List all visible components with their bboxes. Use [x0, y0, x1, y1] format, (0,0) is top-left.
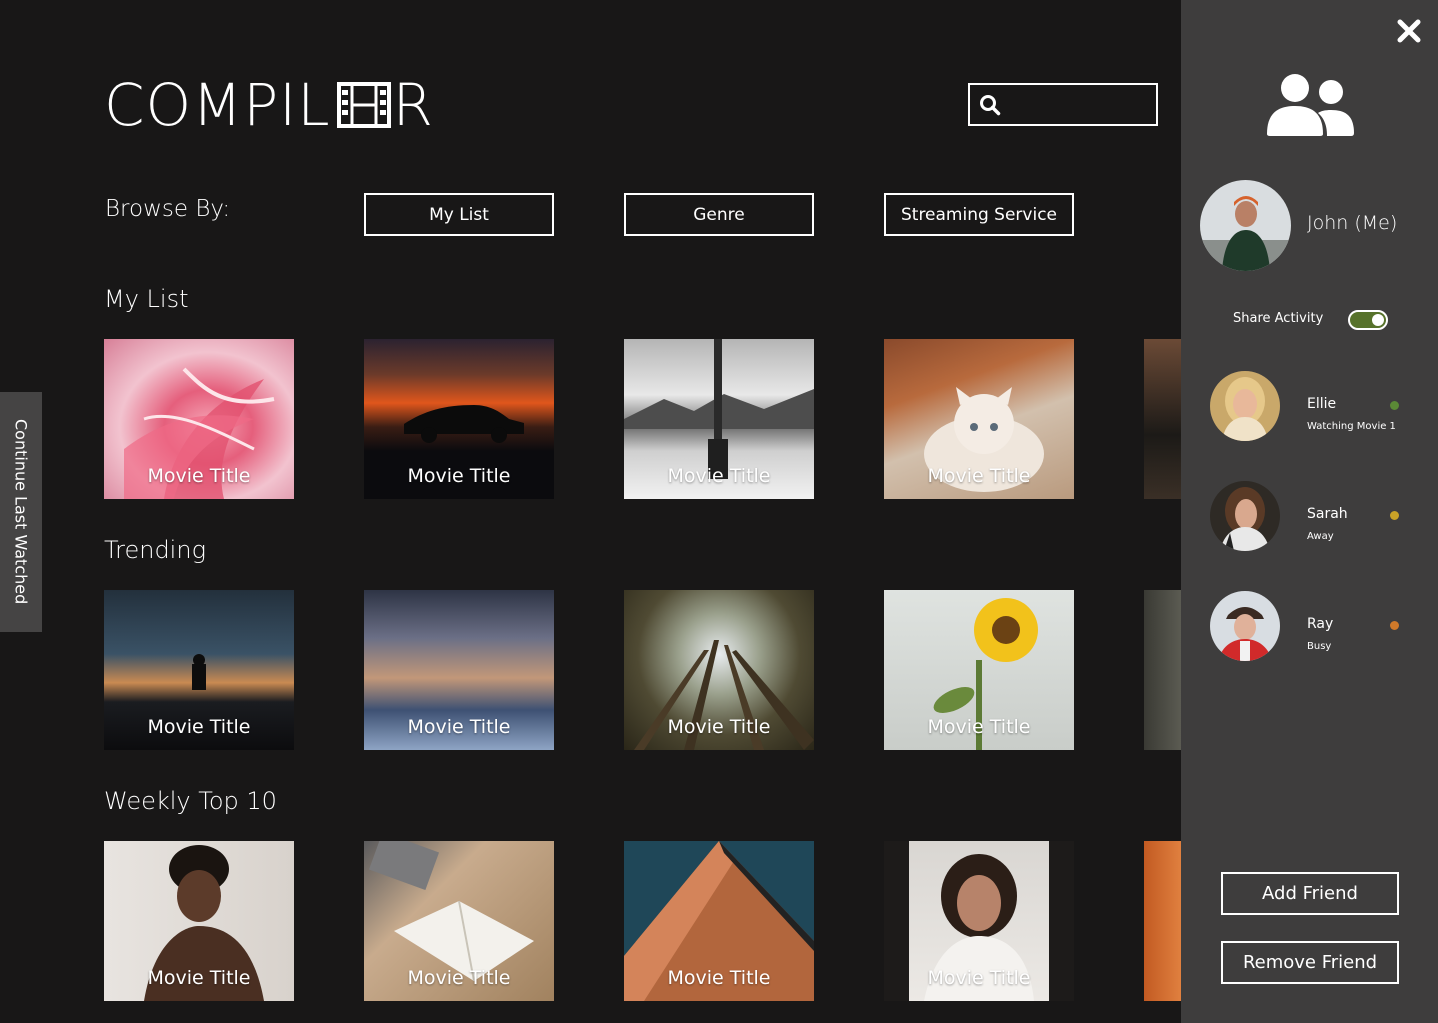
- movie-card[interactable]: Movie Title: [364, 339, 554, 499]
- movie-title: Movie Title: [407, 967, 511, 989]
- browse-streaming-service-button[interactable]: Streaming Service: [884, 193, 1074, 236]
- movie-card[interactable]: Movie Title: [884, 590, 1074, 750]
- search-input[interactable]: [1009, 95, 1149, 114]
- movie-title: Movie Title: [147, 967, 251, 989]
- status-dot-busy: [1390, 621, 1399, 630]
- friend-name: Ray: [1307, 616, 1334, 632]
- movie-title: Movie Title: [407, 716, 511, 738]
- avatar: [1210, 481, 1280, 551]
- app-logo[interactable]: COMPIL R: [104, 74, 434, 136]
- status-dot-online: [1390, 401, 1399, 410]
- logo-text-left: COMPIL: [104, 71, 331, 139]
- friend-name: Sarah: [1307, 506, 1348, 522]
- movie-title: Movie Title: [927, 465, 1031, 487]
- movie-card[interactable]: Movie Title: [104, 590, 294, 750]
- movie-card[interactable]: Movie Title: [624, 339, 814, 499]
- movie-card[interactable]: Movie Title: [624, 590, 814, 750]
- friend-item-sarah[interactable]: Sarah Away: [1210, 481, 1410, 551]
- search-box[interactable]: [968, 83, 1158, 126]
- movie-card-partial[interactable]: [1144, 339, 1181, 499]
- movie-title: Movie Title: [667, 716, 771, 738]
- browse-label: Browse By:: [105, 196, 231, 222]
- movie-title: Movie Title: [147, 716, 251, 738]
- movie-title: Movie Title: [407, 465, 511, 487]
- movie-title: Movie Title: [147, 465, 251, 487]
- browse-my-list-button[interactable]: My List: [364, 193, 554, 236]
- movie-card[interactable]: Movie Title: [364, 841, 554, 1001]
- remove-friend-button[interactable]: Remove Friend: [1221, 941, 1399, 984]
- share-activity-label: Share Activity: [1233, 311, 1324, 326]
- friend-name: Ellie: [1307, 396, 1337, 412]
- logo-text-right: R: [392, 71, 434, 139]
- section-title-trending: Trending: [104, 536, 206, 564]
- search-icon: [979, 94, 1001, 116]
- add-friend-button[interactable]: Add Friend: [1221, 872, 1399, 915]
- main-content: COMPIL R Browse By: My List Genre Stream…: [0, 0, 1181, 1023]
- movie-title: Movie Title: [667, 967, 771, 989]
- section-title-my-list: My List: [104, 285, 189, 313]
- status-dot-away: [1390, 511, 1399, 520]
- friend-status: Watching Movie 1: [1307, 421, 1396, 432]
- friends-panel: John (Me) Share Activity Ellie Watching …: [1181, 0, 1438, 1023]
- movie-card[interactable]: Movie Title: [104, 339, 294, 499]
- avatar: [1210, 591, 1280, 661]
- movie-card[interactable]: Movie Title: [884, 841, 1074, 1001]
- movie-card[interactable]: Movie Title: [624, 841, 814, 1001]
- share-activity-toggle[interactable]: [1348, 310, 1388, 330]
- users-icon: [1265, 72, 1355, 138]
- movie-title: Movie Title: [927, 716, 1031, 738]
- movie-title: Movie Title: [667, 465, 771, 487]
- movie-title: Movie Title: [927, 967, 1031, 989]
- friend-item-ray[interactable]: Ray Busy: [1210, 591, 1410, 661]
- toggle-knob: [1372, 314, 1384, 326]
- movie-card-partial[interactable]: [1144, 841, 1181, 1001]
- continue-last-watched-label: Continue Last Watched: [11, 419, 31, 605]
- avatar[interactable]: [1200, 180, 1291, 271]
- movie-card-partial[interactable]: [1144, 590, 1181, 750]
- movie-card[interactable]: Movie Title: [364, 590, 554, 750]
- film-reel-icon: [336, 82, 391, 128]
- browse-genre-button[interactable]: Genre: [624, 193, 814, 236]
- continue-last-watched-tab[interactable]: Continue Last Watched: [0, 392, 42, 632]
- friend-status: Away: [1307, 531, 1334, 542]
- friend-status: Busy: [1307, 641, 1332, 652]
- friend-item-ellie[interactable]: Ellie Watching Movie 1: [1210, 371, 1410, 441]
- movie-card[interactable]: Movie Title: [104, 841, 294, 1001]
- close-icon[interactable]: [1396, 18, 1422, 44]
- current-user-name: John (Me): [1307, 212, 1398, 234]
- movie-card[interactable]: Movie Title: [884, 339, 1074, 499]
- avatar: [1210, 371, 1280, 441]
- section-title-weekly-top-10: Weekly Top 10: [104, 787, 277, 815]
